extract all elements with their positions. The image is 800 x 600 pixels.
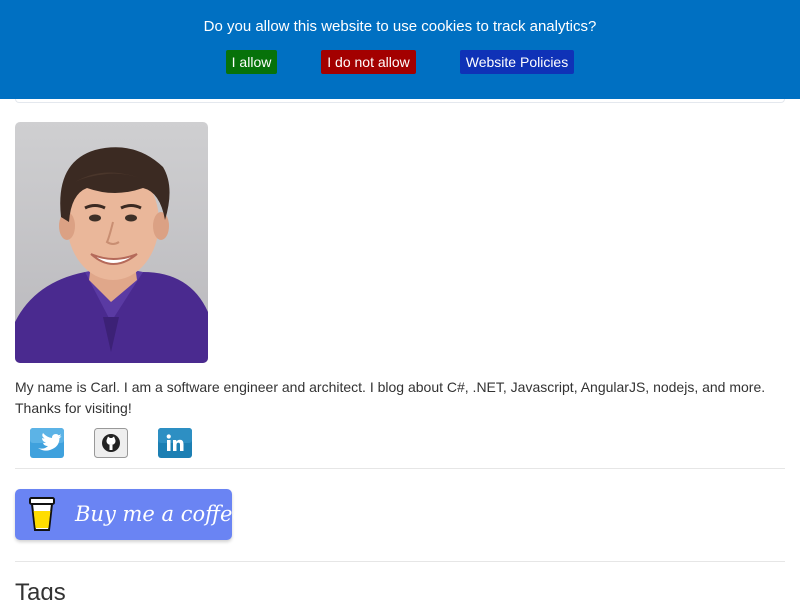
deny-cookies-button[interactable]: I do not allow — [321, 50, 416, 74]
github-icon[interactable] — [94, 428, 128, 458]
divider — [15, 468, 785, 469]
allow-cookies-button[interactable]: I allow — [226, 50, 277, 74]
page: Do you allow this website to use cookies… — [0, 0, 800, 600]
buy-me-a-coffee-label: Buy me a coffee — [75, 502, 245, 526]
website-policies-button[interactable]: Website Policies — [460, 50, 574, 74]
coffee-cup-icon — [29, 497, 55, 531]
cookie-message: Do you allow this website to use cookies… — [203, 18, 597, 35]
bio-text: My name is Carl. I am a software enginee… — [15, 379, 766, 416]
linkedin-icon[interactable] — [158, 428, 192, 458]
twitter-icon[interactable] — [30, 428, 64, 458]
divider — [15, 561, 785, 562]
profile-photo — [15, 122, 208, 363]
cookie-consent-banner: Do you allow this website to use cookies… — [0, 0, 800, 99]
buy-me-a-coffee-button[interactable]: Buy me a coffee — [15, 489, 245, 540]
tags-heading: Tags — [15, 579, 66, 600]
